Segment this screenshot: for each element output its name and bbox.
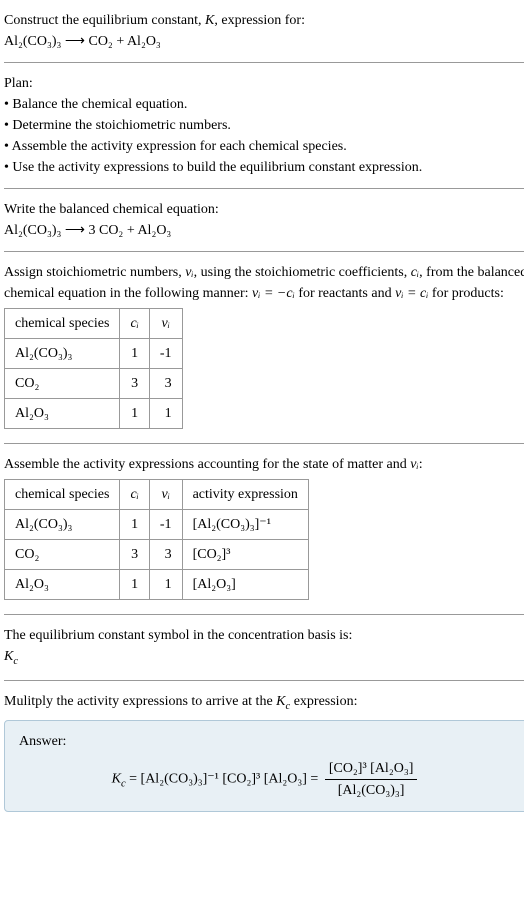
kc-symbol-text: The equilibrium constant symbol in the c… [4, 625, 524, 646]
header-species: chemical species [5, 480, 120, 510]
stoich-section: Assign stoichiometric numbers, νᵢ, using… [4, 256, 524, 439]
cell-species: Al₂O₃ [5, 570, 120, 600]
answer-label: Answer: [19, 731, 513, 752]
table-row: Al₂O₃ 1 1 [Al₂O₃] [5, 570, 309, 600]
numerator: [CO₂]³ [Al₂O₃] [325, 758, 418, 780]
cell-ci: 1 [120, 570, 149, 600]
table-header-row: chemical species cᵢ νᵢ [5, 309, 183, 339]
cell-ci: 3 [120, 369, 149, 399]
header-ci: cᵢ [120, 480, 149, 510]
table-row: Al₂O₃ 1 1 [5, 399, 183, 429]
plan-section: Plan: • Balance the chemical equation. •… [4, 67, 524, 184]
table-header-row: chemical species cᵢ νᵢ activity expressi… [5, 480, 309, 510]
t: νᵢ = cᵢ [395, 286, 428, 301]
t: νᵢ [410, 457, 418, 472]
multiply-section: Mulitply the activity expressions to arr… [4, 685, 524, 819]
header-ci: cᵢ [120, 309, 149, 339]
t: = [Al₂(CO₃)₃]⁻¹ [CO₂]³ [Al₂O₃] = [126, 772, 322, 787]
t: cᵢ [411, 265, 419, 280]
t: Mulitply the activity expressions to arr… [4, 694, 276, 709]
cell-species: Al₂(CO₃)₃ [5, 339, 120, 369]
cell-nui: 1 [149, 570, 182, 600]
header-nui: νᵢ [149, 309, 182, 339]
intro-text: Construct the equilibrium constant, [4, 13, 205, 28]
answer-box: Answer: Kc = [Al₂(CO₃)₃]⁻¹ [CO₂]³ [Al₂O₃… [4, 720, 524, 812]
header-nui: νᵢ [149, 480, 182, 510]
answer-equation: Kc = [Al₂(CO₃)₃]⁻¹ [CO₂]³ [Al₂O₃] = [CO₂… [19, 758, 513, 801]
kc-symbol: Kc [4, 646, 524, 670]
divider [4, 680, 524, 681]
plan-item: • Assemble the activity expression for e… [4, 136, 524, 157]
cell-species: CO₂ [5, 540, 120, 570]
intro-text2: , expression for: [214, 13, 305, 28]
t: νᵢ = −cᵢ [252, 286, 295, 301]
balanced-equation: Al₂(CO₃)₃ ⟶ 3 CO₂ + Al₂O₃ [4, 220, 524, 241]
denominator: [Al₂(CO₃)₃] [325, 780, 418, 801]
cell-nui: 3 [149, 540, 182, 570]
table-row: CO₂ 3 3 [5, 369, 183, 399]
intro-line: Construct the equilibrium constant, K, e… [4, 10, 524, 31]
divider [4, 62, 524, 63]
header-species: chemical species [5, 309, 120, 339]
cell-nui: 1 [149, 399, 182, 429]
plan-title: Plan: [4, 73, 524, 94]
cell-ci: 1 [120, 399, 149, 429]
header-activity: activity expression [182, 480, 308, 510]
activity-title: Assemble the activity expressions accoun… [4, 454, 524, 475]
cell-ci: 1 [120, 510, 149, 540]
stoich-table: chemical species cᵢ νᵢ Al₂(CO₃)₃ 1 -1 CO… [4, 308, 183, 429]
table-row: CO₂ 3 3 [CO₂]³ [5, 540, 309, 570]
divider [4, 443, 524, 444]
table-row: Al₂(CO₃)₃ 1 -1 [Al₂(CO₃)₃]⁻¹ [5, 510, 309, 540]
divider [4, 188, 524, 189]
t: , using the stoichiometric coefficients, [194, 265, 411, 280]
t: expression: [290, 694, 357, 709]
cell-nui: 3 [149, 369, 182, 399]
t: Assign stoichiometric numbers, [4, 265, 185, 280]
balanced-section: Write the balanced chemical equation: Al… [4, 193, 524, 247]
cell-species: CO₂ [5, 369, 120, 399]
cell-nui: -1 [149, 339, 182, 369]
intro-K: K [205, 13, 214, 28]
plan-item: • Use the activity expressions to build … [4, 157, 524, 178]
table-row: Al₂(CO₃)₃ 1 -1 [5, 339, 183, 369]
t: Assemble the activity expressions accoun… [4, 457, 410, 472]
fraction: [CO₂]³ [Al₂O₃][Al₂(CO₃)₃] [325, 758, 418, 801]
t: for products: [428, 286, 503, 301]
plan-item: • Balance the chemical equation. [4, 94, 524, 115]
cell-activity: [Al₂(CO₃)₃]⁻¹ [182, 510, 308, 540]
cell-ci: 1 [120, 339, 149, 369]
cell-species: Al₂O₃ [5, 399, 120, 429]
cell-species: Al₂(CO₃)₃ [5, 510, 120, 540]
plan-item: • Determine the stoichiometric numbers. [4, 115, 524, 136]
cell-activity: [Al₂O₃] [182, 570, 308, 600]
kc-symbol-section: The equilibrium constant symbol in the c… [4, 619, 524, 676]
divider [4, 251, 524, 252]
divider [4, 614, 524, 615]
cell-nui: -1 [149, 510, 182, 540]
t: νᵢ [185, 265, 193, 280]
stoich-text: Assign stoichiometric numbers, νᵢ, using… [4, 262, 524, 304]
cell-activity: [CO₂]³ [182, 540, 308, 570]
intro: Construct the equilibrium constant, K, e… [4, 4, 524, 58]
intro-equation: Al₂(CO₃)₃ ⟶ CO₂ + Al₂O₃ [4, 31, 524, 52]
activity-section: Assemble the activity expressions accoun… [4, 448, 524, 610]
activity-table: chemical species cᵢ νᵢ activity expressi… [4, 479, 309, 600]
t: for reactants and [295, 286, 395, 301]
cell-ci: 3 [120, 540, 149, 570]
t: : [419, 457, 423, 472]
balanced-title: Write the balanced chemical equation: [4, 199, 524, 220]
